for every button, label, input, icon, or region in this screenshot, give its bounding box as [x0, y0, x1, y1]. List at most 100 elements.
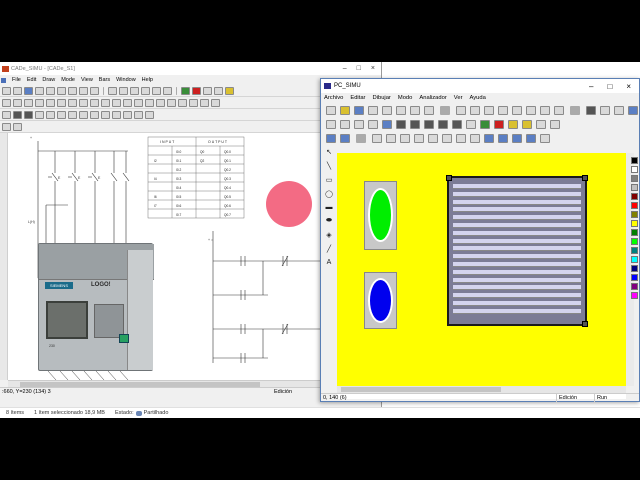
- menu-help[interactable]: Help: [142, 77, 153, 83]
- blue-pilot-light[interactable]: [364, 272, 397, 329]
- paste-icon[interactable]: [68, 86, 77, 95]
- element-8-icon[interactable]: [550, 119, 560, 129]
- palette-swatch[interactable]: [631, 256, 638, 263]
- pilot-icon[interactable]: [484, 133, 494, 143]
- component-9-icon[interactable]: [90, 98, 99, 107]
- shutter-corner-handle[interactable]: [582, 321, 588, 327]
- pointer-tool-icon[interactable]: [326, 119, 336, 129]
- open-folder-icon[interactable]: [13, 86, 22, 95]
- rolling-shutter[interactable]: [446, 175, 588, 327]
- component-7-icon[interactable]: [68, 98, 77, 107]
- undo-icon[interactable]: [79, 86, 88, 95]
- filled-rect-icon[interactable]: ▬: [326, 204, 333, 211]
- tank-icon[interactable]: [340, 133, 350, 143]
- undo-icon[interactable]: [424, 105, 434, 115]
- pc-simu-titlebar[interactable]: PC_SIMU – □ ×: [321, 79, 639, 93]
- align-bottom-icon[interactable]: [526, 105, 536, 115]
- table-icon[interactable]: [614, 105, 624, 115]
- brush-icon[interactable]: ╱: [327, 245, 331, 253]
- shutter-corner-handle[interactable]: [582, 175, 588, 181]
- zoom-out-icon[interactable]: [119, 86, 128, 95]
- menu-bars[interactable]: Bars: [99, 77, 110, 83]
- menu-analizador[interactable]: Analizador: [419, 95, 446, 101]
- component-5-icon[interactable]: [46, 98, 55, 107]
- piston-icon[interactable]: [442, 133, 452, 143]
- align-left-icon[interactable]: [456, 105, 466, 115]
- button-icon[interactable]: [498, 133, 508, 143]
- menu-file[interactable]: File: [12, 77, 21, 83]
- menu-dibujar[interactable]: Dibujar: [373, 95, 391, 101]
- palette-swatch[interactable]: [631, 157, 638, 164]
- maximize-icon[interactable]: □: [357, 65, 361, 72]
- pc-simu-canvas[interactable]: [337, 153, 626, 399]
- palette-swatch[interactable]: [631, 229, 638, 236]
- component-16-icon[interactable]: [167, 98, 176, 107]
- menu-draw[interactable]: Draw: [42, 77, 55, 83]
- menu-modo[interactable]: Modo: [398, 95, 413, 101]
- palette-swatch[interactable]: [631, 274, 638, 281]
- palette-swatch[interactable]: [631, 247, 638, 254]
- rectangle-tool-icon[interactable]: ▭: [326, 176, 333, 184]
- copy-icon[interactable]: [382, 105, 392, 115]
- save-icon[interactable]: [354, 105, 364, 115]
- menu-view[interactable]: View: [81, 77, 93, 83]
- green-light-icon[interactable]: [480, 119, 490, 129]
- line-tool-icon[interactable]: ╲: [327, 162, 331, 170]
- cade-simu-titlebar[interactable]: CADe_SIMU - [CADe_S1] – □ ×: [0, 62, 381, 75]
- tool-o-icon[interactable]: [2, 122, 11, 131]
- pointer-icon[interactable]: ↖: [326, 148, 332, 156]
- tool-p-icon[interactable]: [13, 122, 22, 131]
- save-icon[interactable]: [24, 86, 33, 95]
- tool-f-icon[interactable]: [57, 110, 66, 119]
- tool-g-icon[interactable]: [68, 110, 77, 119]
- grid-tool-icon[interactable]: [368, 119, 378, 129]
- conveyor-icon[interactable]: [326, 133, 336, 143]
- cade-drawing-canvas[interactable]: E E E + L(H) I N P U T O U T P U T I0.0 …: [8, 133, 321, 380]
- element-7-icon[interactable]: [536, 119, 546, 129]
- tool-l-icon[interactable]: [123, 110, 132, 119]
- text-tool-icon[interactable]: [466, 119, 476, 129]
- shutter-corner-handle[interactable]: [446, 175, 452, 181]
- component-1-icon[interactable]: [2, 98, 11, 107]
- paste-icon[interactable]: [396, 105, 406, 115]
- align-top-icon[interactable]: [498, 105, 508, 115]
- component-10-icon[interactable]: [101, 98, 110, 107]
- switch-icon[interactable]: [512, 133, 522, 143]
- plc-keypad[interactable]: [94, 304, 124, 338]
- palette-swatch[interactable]: [631, 211, 638, 218]
- palette-swatch[interactable]: [631, 175, 638, 182]
- tool-e-icon[interactable]: [46, 110, 55, 119]
- palette-swatch[interactable]: [631, 265, 638, 272]
- component-3-icon[interactable]: [24, 98, 33, 107]
- palette-swatch[interactable]: [631, 283, 638, 290]
- fill-bucket-icon[interactable]: ◈: [326, 231, 331, 239]
- menu-edit[interactable]: Edit: [27, 77, 36, 83]
- palette-swatch[interactable]: [631, 193, 638, 200]
- motor-icon[interactable]: [414, 133, 424, 143]
- pc-horizontal-scrollbar[interactable]: [337, 386, 626, 393]
- wrench-icon[interactable]: [522, 119, 532, 129]
- element-2-icon[interactable]: [396, 119, 406, 129]
- component-13-icon[interactable]: [134, 98, 143, 107]
- line-icon[interactable]: [163, 86, 172, 95]
- component-18-icon[interactable]: [189, 98, 198, 107]
- arrow-icon[interactable]: [372, 133, 382, 143]
- gear-icon[interactable]: [508, 119, 518, 129]
- component-8-icon[interactable]: [79, 98, 88, 107]
- pipe-icon[interactable]: [386, 133, 396, 143]
- monitor-icon[interactable]: [628, 105, 638, 115]
- new-file-icon[interactable]: [2, 86, 11, 95]
- sensor-icon[interactable]: [456, 133, 466, 143]
- print-icon[interactable]: [410, 105, 420, 115]
- component-14-icon[interactable]: [145, 98, 154, 107]
- maximize-icon[interactable]: □: [607, 82, 612, 91]
- component-12-icon[interactable]: [123, 98, 132, 107]
- filled-ellipse-icon[interactable]: ⬬: [326, 217, 332, 225]
- menu-editar[interactable]: Editar: [350, 95, 365, 101]
- palette-swatch[interactable]: [631, 292, 638, 299]
- palette-swatch[interactable]: [631, 184, 638, 191]
- text-tool-icon[interactable]: A: [327, 259, 332, 266]
- grid-icon[interactable]: [141, 86, 150, 95]
- cade-horizontal-scrollbar[interactable]: [8, 380, 321, 387]
- palette-swatch[interactable]: [631, 202, 638, 209]
